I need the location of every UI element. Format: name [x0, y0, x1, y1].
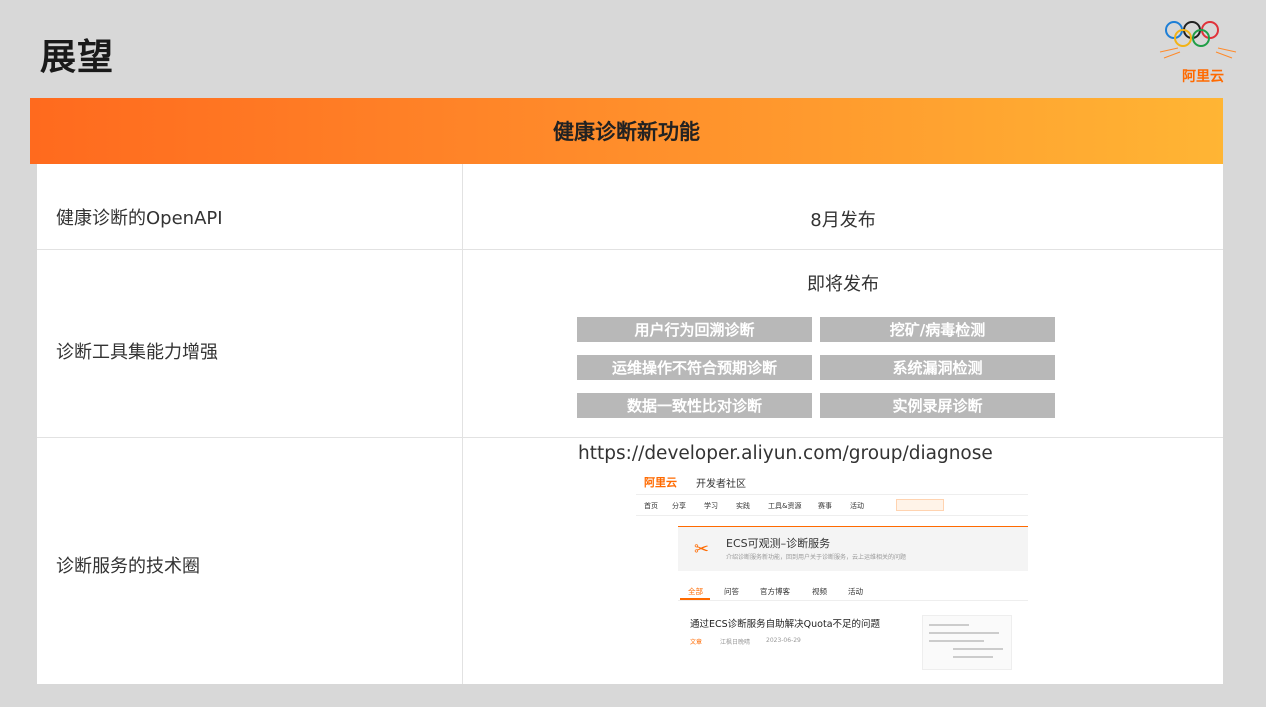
- mini-promo-badge: [896, 499, 944, 511]
- mini-tab: 全部: [688, 587, 703, 596]
- aliyun-logo: 阿里云: [1158, 14, 1254, 94]
- mini-nav-item: 实践: [736, 502, 750, 510]
- feature-name: 诊断工具集能力增强: [56, 342, 218, 363]
- mini-nav-item: 工具&资源: [768, 502, 802, 510]
- mini-nav-item: 学习: [704, 502, 718, 510]
- capability-tag: 用户行为回溯诊断: [577, 317, 812, 342]
- olympic-rings-icon: [1159, 21, 1237, 59]
- mini-tab: 官方博客: [760, 587, 790, 596]
- mini-site-name: 开发者社区: [696, 479, 746, 490]
- feature-detail: 8月发布: [810, 210, 876, 231]
- table-header: 健康诊断新功能: [30, 98, 1223, 164]
- mini-group-title: ECS可观测–诊断服务: [726, 537, 831, 550]
- community-link[interactable]: https://developer.aliyun.com/group/diagn…: [578, 443, 1028, 464]
- table-row: 健康诊断的OpenAPI 8月发布: [37, 164, 1223, 250]
- mini-group-desc: 介绍诊断服务新功能，回到用户关于诊断服务，云上运维相关的问题: [726, 554, 907, 561]
- mini-nav-item: 活动: [850, 502, 864, 510]
- mini-nav-item: 分享: [672, 502, 686, 510]
- mini-article-thumbnail: [922, 615, 1012, 670]
- mini-brand-logo: 阿里云: [644, 476, 677, 489]
- slide-title: 展望: [40, 37, 115, 78]
- capability-tag: 实例录屏诊断: [820, 393, 1055, 418]
- mini-tab: 视频: [812, 587, 827, 596]
- mini-tab: 问答: [724, 587, 739, 596]
- mini-tab: 活动: [848, 587, 863, 596]
- capability-tag: 运维操作不符合预期诊断: [577, 355, 812, 380]
- mini-nav-item: 赛事: [818, 502, 832, 510]
- mini-article-title: 通过ECS诊断服务自助解决Quota不足的问题: [690, 619, 881, 630]
- mini-tab-separator: [678, 600, 1028, 601]
- brand-text: 阿里云: [1182, 69, 1224, 85]
- feature-name: 诊断服务的技术圈: [56, 556, 200, 577]
- mini-article-author: 江枫日晚晴: [720, 639, 751, 646]
- mini-nav-bar: 首页 分享 学习 实践 工具&资源 赛事 活动: [636, 494, 1028, 516]
- table-header-title: 健康诊断新功能: [553, 120, 700, 144]
- feature-name: 健康诊断的OpenAPI: [56, 208, 223, 229]
- capability-tag: 数据一致性比对诊断: [577, 393, 812, 418]
- capability-tag: 系统漏洞检测: [820, 355, 1055, 380]
- mini-article-date: 2023-06-29: [766, 637, 801, 644]
- mini-article-type: 文章: [690, 639, 703, 646]
- tools-icon: ✂: [694, 539, 710, 560]
- table-row: 诊断服务的技术圈: [37, 438, 1223, 684]
- capability-tag: 挖矿/病毒检测: [820, 317, 1055, 342]
- table-body: 健康诊断的OpenAPI 8月发布 诊断工具集能力增强 即将发布 诊断服务的技术…: [37, 164, 1223, 684]
- feature-detail: 即将发布: [807, 274, 879, 295]
- community-screenshot: 阿里云 开发者社区 首页 分享 学习 实践 工具&资源 赛事 活动 ✂ ECS可…: [636, 470, 1028, 676]
- mini-nav-item: 首页: [644, 502, 658, 510]
- feature-table: 健康诊断新功能 健康诊断的OpenAPI 8月发布 诊断工具集能力增强 即将发布…: [30, 98, 1223, 684]
